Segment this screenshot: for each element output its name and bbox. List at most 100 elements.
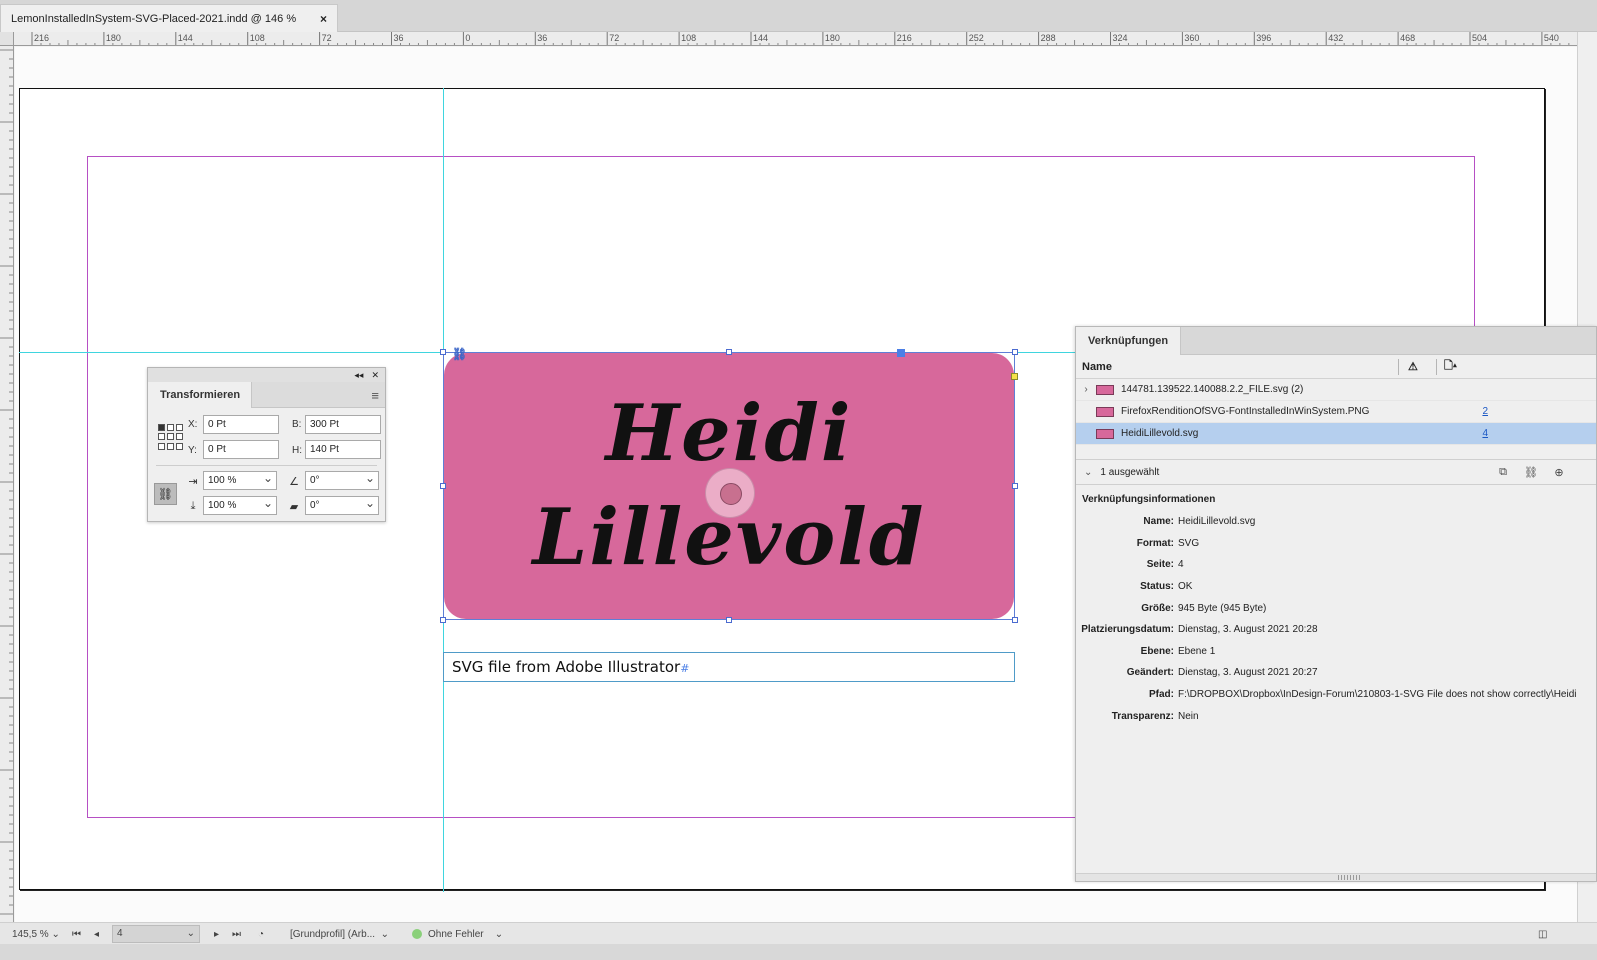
scale-y-field[interactable]: 100 % — [203, 496, 277, 515]
transform-panel-titlebar[interactable]: ◂◂ ✕ — [148, 368, 385, 382]
document-tab[interactable]: LemonInstalledInSystem-SVG-Placed-2021.i… — [0, 4, 338, 32]
panel-resize-grip[interactable] — [1076, 873, 1596, 881]
page-column-icon[interactable]: 🗋▴ — [1444, 357, 1457, 376]
caption-text-frame[interactable]: SVG file from Adobe Illustrator# — [443, 652, 1015, 682]
zoom-level[interactable]: 145,5 % ⌄ — [12, 927, 60, 941]
x-position-field[interactable]: 0 Pt — [203, 415, 279, 434]
close-tab-icon[interactable]: × — [320, 12, 327, 26]
handle-middle-left[interactable] — [440, 483, 446, 489]
link-name: 144781.139522.140088.2.2_FILE.svg (2) — [1121, 384, 1304, 395]
ruler-origin[interactable] — [0, 32, 14, 46]
transform-panel-tabs: Transformieren ≡ — [148, 382, 385, 408]
horizontal-ruler[interactable]: 216 180 144 108 72 36 0 36 72 108 144 180 216 252 288 3… — [14, 32, 1577, 46]
info-row: Größe: 945 Byte (945 Byte) — [1141, 602, 1267, 614]
collapse-info-icon[interactable]: ⌄ — [1084, 467, 1092, 478]
frame-port[interactable] — [897, 349, 905, 357]
height-label: H: — [292, 445, 302, 456]
ruler-label: 252 — [969, 33, 984, 43]
chevron-down-icon[interactable]: ⌄ — [187, 928, 195, 939]
content-grabber[interactable] — [705, 468, 755, 518]
y-label: Y: — [188, 445, 197, 456]
ruler-label: 108 — [681, 33, 696, 43]
split-view-icon[interactable]: ◫ — [1538, 927, 1547, 941]
column-name[interactable]: Name — [1082, 361, 1112, 373]
tab-transform[interactable]: Transformieren — [148, 382, 252, 408]
info-row: Pfad: F:\DROPBOX\Dropbox\InDesign-Forum\2… — [1149, 689, 1577, 701]
info-row: Seite: 4 — [1146, 559, 1184, 571]
caption-text: SVG file from Adobe Illustrator — [452, 658, 681, 676]
info-row: Platzierungsdatum: Dienstag, 3. August 20… — [1081, 624, 1318, 636]
handle-bottom-right[interactable] — [1012, 617, 1018, 623]
shear-icon: ▰ — [289, 500, 299, 513]
link-row-selected[interactable]: HeidiLillevold.svg 4 — [1076, 423, 1596, 445]
preflight-profile[interactable]: [Grundprofil] (Arb... ⌄ — [290, 927, 389, 941]
collapse-icon[interactable]: ◂◂ — [354, 370, 363, 381]
ruler-label: 36 — [537, 33, 547, 43]
info-row: Ebene: Ebene 1 — [1140, 645, 1216, 657]
last-page-icon[interactable]: ⏭ — [232, 927, 241, 941]
link-icon[interactable]: ⛓ — [452, 347, 467, 361]
tab-links[interactable]: Verknüpfungen — [1076, 327, 1181, 355]
scale-y-icon: ⤓ — [190, 499, 196, 512]
corner-options-icon[interactable] — [1011, 373, 1018, 380]
links-column-header[interactable]: Name ⚠ 🗋▴ — [1076, 355, 1596, 379]
info-row: Name: HeidiLillevold.svg — [1143, 516, 1256, 528]
info-row: Status: OK — [1140, 581, 1193, 593]
close-icon[interactable]: ✕ — [371, 370, 379, 381]
handle-top-right[interactable] — [1012, 349, 1018, 355]
shear-field[interactable]: 0° — [305, 496, 379, 515]
panel-divider — [156, 465, 377, 466]
handle-bottom-left[interactable] — [440, 617, 446, 623]
open-document-icon[interactable]: ◔ — [258, 927, 264, 941]
info-row: Transparenz: Nein — [1111, 710, 1199, 722]
next-page-icon[interactable]: ▸ — [214, 927, 219, 941]
update-link-icon[interactable]: ⊕ — [1550, 465, 1568, 479]
panel-menu-icon[interactable]: ≡ — [371, 388, 379, 403]
rotate-field[interactable]: 0° — [305, 471, 379, 490]
link-name: HeidiLillevold.svg — [1121, 428, 1199, 439]
y-position-field[interactable]: 0 Pt — [203, 440, 279, 459]
link-row[interactable]: › 144781.139522.140088.2.2_FILE.svg (2) — [1076, 379, 1596, 401]
ruler-label: 72 — [609, 33, 619, 43]
link-info-list: Name: HeidiLillevold.svg Format: SVG Seite… — [1076, 511, 1596, 727]
handle-top-left[interactable] — [440, 349, 446, 355]
width-field[interactable]: 300 Pt — [305, 415, 381, 434]
placed-svg-graphic[interactable]: Heidi Lillevold — [444, 353, 1014, 619]
reference-point-icon[interactable] — [158, 424, 184, 450]
link-thumbnail-icon — [1096, 384, 1114, 395]
link-page[interactable]: 4 — [1482, 428, 1488, 439]
constrain-proportions-icon[interactable]: ⛓ — [154, 483, 177, 505]
goto-link-icon[interactable]: ⛓ — [1522, 465, 1540, 479]
document-tab-title: LemonInstalledInSystem-SVG-Placed-2021.i… — [11, 12, 297, 25]
status-ok-icon — [412, 929, 422, 939]
transform-panel[interactable]: ◂◂ ✕ Transformieren ≡ X: 0 Pt Y: 0 Pt B:… — [147, 367, 386, 522]
ruler-label: 216 — [897, 33, 912, 43]
relink-icon[interactable]: ⧉ — [1494, 465, 1512, 479]
ruler-label: 468 — [1400, 33, 1415, 43]
ruler-label: 396 — [1256, 33, 1271, 43]
handle-middle-right[interactable] — [1012, 483, 1018, 489]
ruler-label: 360 — [1184, 33, 1199, 43]
warning-icon[interactable]: ⚠ — [1408, 360, 1418, 373]
first-page-icon[interactable]: ⏮ — [72, 927, 81, 941]
document-tab-bar: LemonInstalledInSystem-SVG-Placed-2021.i… — [0, 0, 1597, 32]
previous-page-icon[interactable]: ◂ — [94, 927, 99, 941]
expand-icon[interactable]: › — [1076, 384, 1096, 395]
vertical-ruler-ticks — [0, 49, 13, 942]
scale-x-field[interactable]: 100 % — [203, 471, 277, 490]
handle-top-center[interactable] — [726, 349, 732, 355]
width-label: B: — [292, 419, 302, 430]
handle-bottom-center[interactable] — [726, 617, 732, 623]
ruler-label: 108 — [250, 33, 265, 43]
page-number-field[interactable]: 4 ⌄ — [112, 925, 200, 943]
link-row[interactable]: FirefoxRenditionOfSVG-FontInstalledInWin… — [1076, 401, 1596, 423]
ruler-label: 432 — [1328, 33, 1343, 43]
info-row: Geändert: Dienstag, 3. August 2021 20:27 — [1126, 667, 1318, 679]
vertical-ruler[interactable] — [0, 46, 14, 942]
links-panel[interactable]: Verknüpfungen Name ⚠ 🗋▴ › 144781.139522.… — [1075, 326, 1597, 882]
link-page[interactable]: 2 — [1482, 406, 1488, 417]
x-label: X: — [188, 419, 198, 430]
selection-bar: ⌄ 1 ausgewählt ⧉ ⛓ ⊕ — [1076, 459, 1596, 485]
height-field[interactable]: 140 Pt — [305, 440, 381, 459]
preflight-status[interactable]: Ohne Fehler ⌄ — [412, 927, 503, 941]
